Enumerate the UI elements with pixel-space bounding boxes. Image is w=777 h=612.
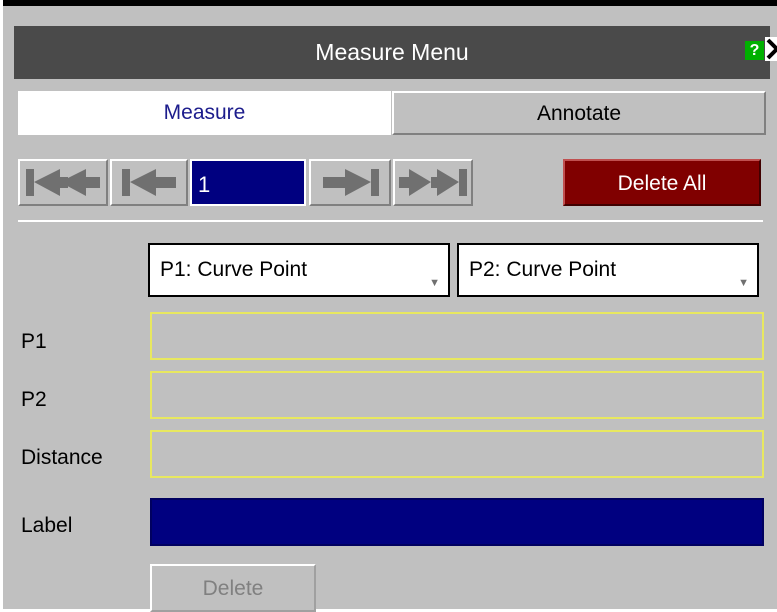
distance-field[interactable] [150,430,764,478]
measure-menu-panel: Measure Menu ? Measure Annotate 1 Delete… [3,0,777,612]
previous-page-icon [122,169,176,196]
p1-field[interactable] [150,312,764,360]
label-label: Label [21,514,73,537]
title-bar: Measure Menu ? [14,26,777,79]
p1-type-value: P1: Curve Point [160,258,308,281]
last-page-button[interactable] [393,159,473,206]
next-page-icon [323,169,379,196]
previous-page-button[interactable] [110,159,188,206]
p2-field[interactable] [150,371,764,419]
distance-label: Distance [21,446,103,469]
page-number-input[interactable]: 1 [190,159,306,206]
first-page-icon [26,169,100,196]
last-page-icon [399,169,467,196]
separator [18,220,763,222]
tab-measure[interactable]: Measure [18,91,391,135]
p1-label: P1 [21,330,47,353]
tab-annotate[interactable]: Annotate [392,91,766,135]
label-input[interactable] [150,498,764,546]
chevron-down-icon: ▼ [738,277,749,289]
p1-type-dropdown[interactable]: P1: Curve Point ▼ [148,243,450,297]
p2-type-dropdown[interactable]: P2: Curve Point ▼ [457,243,759,297]
next-page-button[interactable] [309,159,391,206]
p2-type-value: P2: Curve Point [469,258,617,281]
p2-label: P2 [21,388,47,411]
window-title: Measure Menu [315,39,469,65]
close-icon[interactable] [765,37,777,61]
chevron-down-icon: ▼ [429,277,440,289]
delete-button[interactable]: Delete [150,564,316,612]
first-page-button[interactable] [18,159,108,206]
help-button[interactable]: ? [745,41,764,60]
delete-all-button[interactable]: Delete All [563,159,761,206]
